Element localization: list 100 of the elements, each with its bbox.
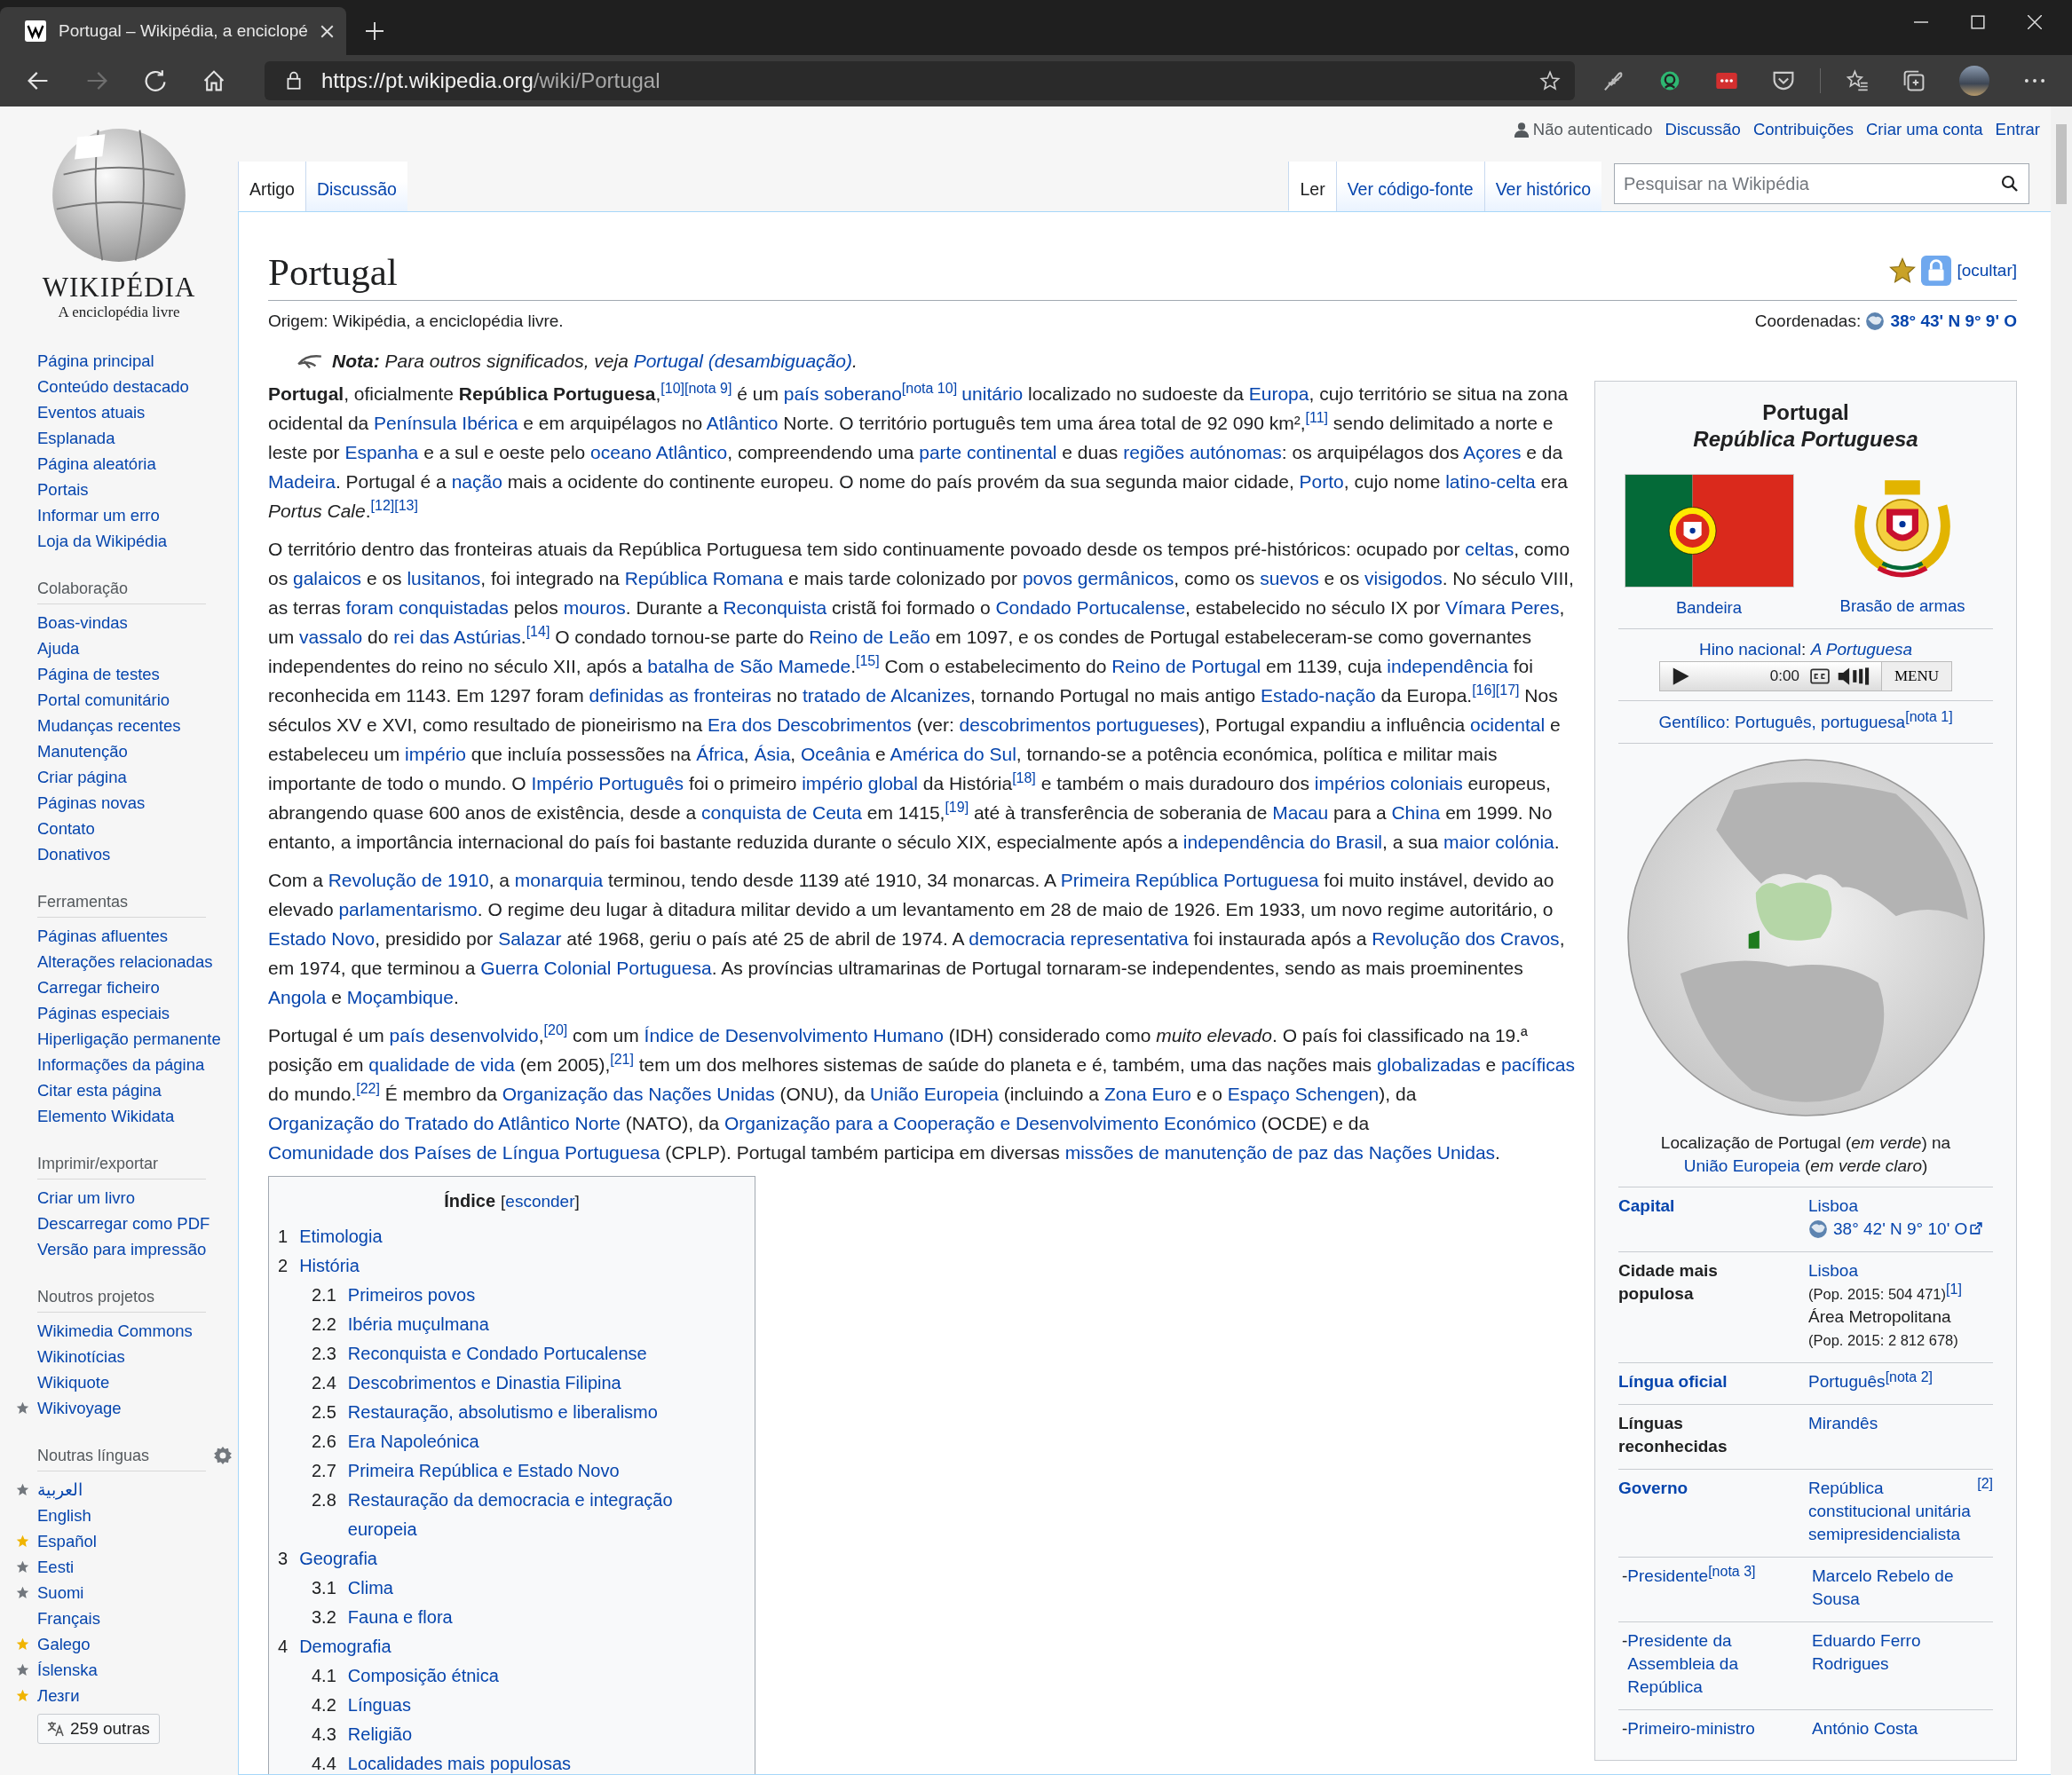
text-link[interactable]: definidas as fronteiras (589, 685, 771, 706)
page-tab[interactable]: Discussão (304, 162, 407, 211)
text-link[interactable]: Hino nacional (1698, 638, 1802, 661)
flag-caption-link[interactable]: Bandeira (1675, 596, 1743, 619)
text-link[interactable]: Madeira (268, 471, 336, 492)
text-link[interactable]: regiões autónomas (1123, 442, 1282, 462)
toc-item[interactable]: 2.8 Restauração da democracia e integração europeia (278, 1486, 746, 1544)
reference-link[interactable]: [2] (1977, 1477, 1993, 1492)
sidebar-link[interactable]: Portais (37, 480, 89, 499)
text-link[interactable]: Estado-nação (1260, 685, 1376, 706)
sidebar-link[interactable]: Páginas novas (37, 793, 146, 812)
reference-link[interactable]: [16] (1472, 682, 1496, 698)
toc-item[interactable]: 3.2 Fauna e flora (278, 1603, 746, 1632)
text-link[interactable]: latino-celta (1445, 471, 1536, 492)
sidebar-link[interactable]: Conteúdo destacado (37, 377, 189, 396)
menu-button[interactable]: MENU (1880, 662, 1951, 690)
text-link[interactable]: África (696, 744, 744, 764)
text-link[interactable]: foram conquistadas (345, 597, 509, 618)
coordinates-link[interactable]: 38° 43' N 9° 9' O (1890, 312, 2017, 330)
sidebar-link[interactable]: Manutenção (37, 742, 128, 761)
toc-item[interactable]: 2.4 Descobrimentos e Dinastia Filipina (278, 1369, 746, 1398)
text-link[interactable]: Açores (1463, 442, 1522, 462)
text-link[interactable]: pacíficas (1501, 1054, 1575, 1075)
scrollbar-thumb[interactable] (2056, 124, 2067, 204)
text-link[interactable]: António Costa (1812, 1717, 1918, 1741)
search-field[interactable]: Pesquisar na Wikipédia (1614, 163, 2029, 204)
text-link[interactable]: Lisboa (1808, 1195, 1858, 1219)
arms-caption-link[interactable]: Brasão de armas (1839, 595, 1965, 618)
coordinates-link[interactable]: 38° 42' N 9° 10' O (1833, 1218, 1968, 1242)
toc-item[interactable]: 2.6 Era Napoleónica (278, 1427, 746, 1456)
sidebar-link[interactable]: Esplanada (37, 429, 115, 447)
text-link[interactable]: A Portuguesa (1810, 638, 1913, 661)
sidebar-link[interactable]: Loja da Wikipédia (37, 532, 168, 550)
text-link[interactable]: país desenvolvido (389, 1025, 539, 1045)
sidebar-link[interactable]: Página aleatória (37, 454, 156, 473)
settings-icon[interactable] (213, 1446, 233, 1465)
sidebar-link[interactable]: Español (37, 1532, 97, 1550)
personal-link[interactable]: Discussão (1665, 120, 1741, 139)
text-link[interactable]: democracia representativa (969, 928, 1189, 949)
toc-item[interactable]: 2.7 Primeira República e Estado Novo (278, 1456, 746, 1486)
puzzle-globe-logo[interactable] (50, 126, 188, 264)
text-link[interactable]: Reino de Leão (809, 627, 930, 647)
text-link[interactable]: Angola (268, 987, 327, 1007)
sidebar-link[interactable]: Eventos atuais (37, 403, 146, 422)
sidebar-link[interactable]: Wikivoyage (37, 1399, 122, 1417)
sidebar-link[interactable]: Citar esta página (37, 1081, 162, 1100)
home-icon[interactable] (202, 69, 225, 92)
text-link[interactable]: batalha de São Mamede (647, 656, 851, 676)
text-link[interactable]: Eduardo Ferro Rodrigues (1812, 1629, 1993, 1676)
page-tab[interactable]: Artigo (238, 162, 305, 211)
sidebar-link[interactable]: Eesti (37, 1558, 75, 1576)
toc-item[interactable]: 3 Geografia (278, 1544, 746, 1574)
sidebar-link[interactable]: Wikinotícias (37, 1347, 125, 1366)
reference-link[interactable]: [21] (610, 1052, 634, 1067)
text-link[interactable]: Salazar (498, 928, 562, 949)
text-link[interactable]: povos germânicos (1022, 568, 1174, 588)
text-link[interactable]: Presidente (1627, 1565, 1709, 1589)
reference-link[interactable]: [nota 10] (901, 381, 958, 396)
text-link[interactable]: Estado Novo (268, 928, 376, 949)
reference-link[interactable]: [nota 2] (1885, 1370, 1933, 1385)
toc-item[interactable]: 2 História (278, 1251, 746, 1281)
sidebar-link[interactable]: Contato (37, 819, 95, 838)
text-link[interactable]: Macau (1272, 802, 1329, 823)
view-tab[interactable]: Ler (1288, 162, 1336, 211)
text-link[interactable]: missões de manutenção de paz das Nações Unidas (1064, 1142, 1496, 1163)
reference-link[interactable]: [18] (1012, 770, 1036, 785)
reference-link[interactable]: [20] (543, 1022, 568, 1037)
text-link[interactable]: unitário (961, 383, 1024, 404)
text-link[interactable]: visigodos (1364, 568, 1443, 588)
text-link[interactable]: Português (1808, 1370, 1886, 1394)
personal-link[interactable]: Contribuições (1752, 120, 1854, 139)
address-bar[interactable]: https://pt.wikipedia.org/wiki/Portugal (265, 61, 1575, 100)
reference-link[interactable]: [11] (1305, 410, 1329, 425)
star-plus-icon[interactable] (1539, 70, 1561, 91)
toc-item[interactable]: 2.2 Ibéria muçulmana (278, 1310, 746, 1339)
text-link[interactable]: mouros (563, 597, 626, 618)
text-link[interactable]: oceano Atlântico (590, 442, 728, 462)
sidebar-link[interactable]: Descarregar como PDF (37, 1214, 210, 1233)
sidebar-link[interactable]: Wikimedia Commons (37, 1321, 193, 1340)
text-link[interactable]: Presidente da Assembleia da República (1627, 1629, 1796, 1700)
personal-link[interactable]: Criar uma conta (1866, 120, 1983, 139)
refresh-icon[interactable] (144, 69, 167, 92)
sidebar-link[interactable]: Donativos (37, 845, 111, 864)
reference-link[interactable]: [nota 3] (1708, 1565, 1756, 1580)
text-link[interactable]: Lisboa (1808, 1259, 1858, 1283)
text-link[interactable]: vassalo (299, 627, 363, 647)
text-link[interactable]: país soberano (783, 383, 902, 404)
search-icon[interactable] (2001, 175, 2019, 193)
text-link[interactable]: impérios coloniais (1314, 773, 1463, 793)
toc-item[interactable]: 4.4 Localidades mais populosas (278, 1749, 746, 1774)
sidebar-link[interactable]: العربية (37, 1480, 83, 1499)
text-link[interactable]: maior colónia (1443, 832, 1554, 852)
sidebar-link[interactable]: Лезги (37, 1686, 80, 1705)
text-link[interactable]: Condado Portucalense (995, 597, 1186, 618)
close-icon[interactable] (320, 24, 334, 38)
toc-item[interactable]: 2.5 Restauração, absolutismo e liberalismo (278, 1398, 746, 1427)
reference-link[interactable]: [12] (370, 498, 395, 513)
sidebar-link[interactable]: Criar página (37, 768, 127, 786)
sidebar-link[interactable]: Mudanças recentes (37, 716, 181, 735)
text-link[interactable]: esconder (505, 1192, 575, 1211)
